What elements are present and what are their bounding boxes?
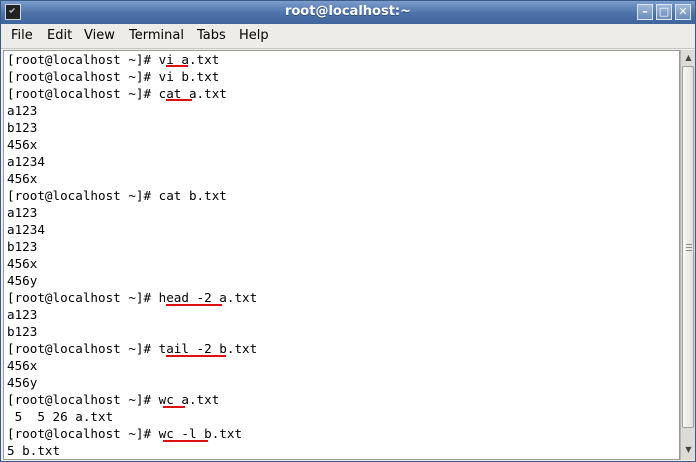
red-underline-head	[166, 304, 222, 306]
terminal-line: a1234	[7, 222, 45, 237]
terminal-line: 456x	[7, 256, 38, 271]
terminal-line: 456y	[7, 273, 38, 288]
terminal-line: 456x	[7, 171, 38, 186]
menu-view[interactable]: View	[84, 28, 115, 43]
terminal-line: a123	[7, 307, 38, 322]
red-underline-wc	[163, 406, 185, 408]
vertical-scrollbar[interactable]: ▲ ▼	[680, 50, 695, 460]
scrollbar-grip	[686, 244, 692, 245]
terminal-line: b123	[7, 120, 38, 135]
red-underline-tail	[166, 355, 226, 357]
menu-tabs[interactable]: Tabs	[197, 28, 226, 43]
terminal-line: b123	[7, 324, 38, 339]
menu-edit[interactable]: Edit	[47, 28, 72, 43]
terminal-output-area[interactable]: [root@localhost ~]# vi a.txt [root@local…	[3, 50, 680, 460]
terminal-window: root@localhost:~ – □ ✕ File Edit View Te…	[0, 0, 696, 462]
menu-help[interactable]: Help	[239, 28, 269, 43]
red-underline-wc-l	[163, 440, 208, 442]
menu-bar: File Edit View Terminal Tabs Help	[1, 24, 695, 49]
scroll-down-arrow-icon[interactable]: ▼	[682, 443, 695, 457]
terminal-line: [root@localhost ~]# vi b.txt	[7, 69, 220, 84]
menu-terminal[interactable]: Terminal	[129, 28, 184, 43]
terminal-line: a123	[7, 103, 38, 118]
terminal-line: a1234	[7, 154, 45, 169]
terminal-line: 5 5 26 a.txt	[7, 409, 114, 424]
scrollbar-grip	[686, 250, 692, 251]
terminal-line: 456y	[7, 375, 38, 390]
terminal-line: 5 b.txt	[7, 443, 61, 458]
menu-file[interactable]: File	[11, 28, 33, 43]
terminal-line: [root@localhost ~]# cat a.txt	[7, 86, 227, 101]
terminal-line: b123	[7, 239, 38, 254]
title-bar[interactable]: root@localhost:~ – □ ✕	[1, 1, 695, 24]
terminal-line: [root@localhost ~]# cat b.txt	[7, 188, 227, 203]
window-title: root@localhost:~	[284, 4, 412, 19]
close-button[interactable]: ✕	[675, 4, 691, 20]
scroll-up-arrow-icon[interactable]: ▲	[682, 51, 695, 65]
minimize-button[interactable]: –	[637, 4, 653, 20]
terminal-line: [root@localhost ~]# wc a.txt	[7, 392, 220, 407]
scrollbar-thumb[interactable]	[682, 66, 694, 428]
maximize-button[interactable]: □	[656, 4, 672, 20]
terminal-line: 456x	[7, 358, 38, 373]
red-underline-vi	[166, 65, 188, 67]
terminal-line: a123	[7, 205, 38, 220]
terminal-line: 456x	[7, 137, 38, 152]
red-underline-cat	[166, 99, 192, 101]
scrollbar-grip	[686, 247, 692, 248]
